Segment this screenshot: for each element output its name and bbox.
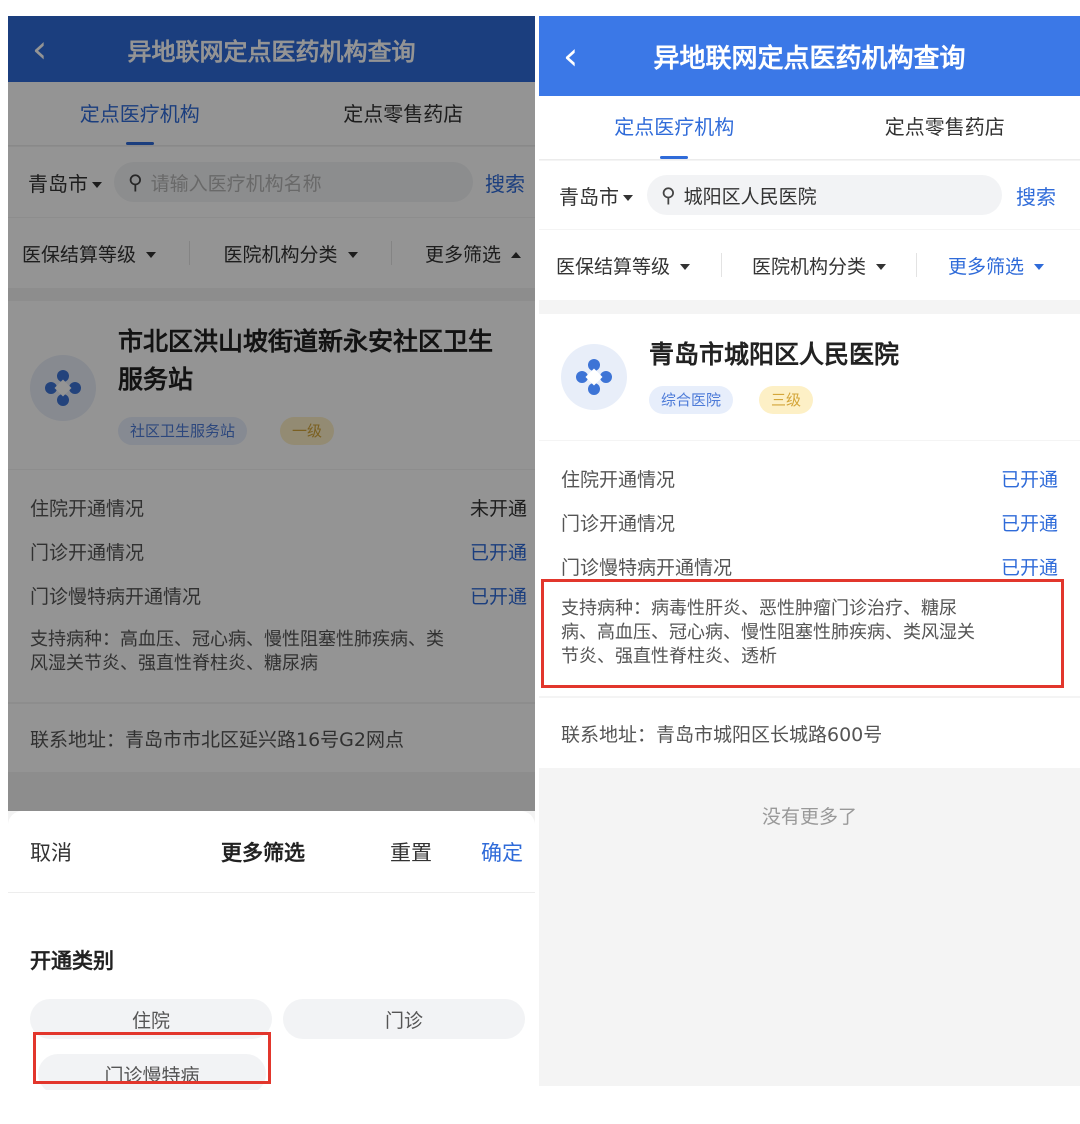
filter-settlement-level[interactable]: 医保结算等级 <box>556 252 691 279</box>
right-screen: ‹ 异地联网定点医药机构查询 定点医疗机构 定点零售药店 青岛市 ⚲ 城阳区人民… <box>539 16 1080 1086</box>
caret-down-icon <box>623 195 633 201</box>
highlight-box <box>541 579 1064 688</box>
row-label: 门诊开通情况 <box>561 513 676 535</box>
search-value: 城阳区人民医院 <box>683 185 817 208</box>
filter-label: 医院机构分类 <box>751 255 866 278</box>
row-value: 已开通 <box>1000 469 1058 491</box>
filter-more[interactable]: 更多筛选 <box>948 252 1044 279</box>
tab-medical-institutions[interactable]: 定点医疗机构 <box>539 96 810 159</box>
address-row: 联系地址：青岛市城阳区长城路600号 <box>539 698 1080 768</box>
city-selector[interactable]: 青岛市 <box>559 181 633 210</box>
tab-retail-pharmacies[interactable]: 定点零售药店 <box>810 96 1080 159</box>
back-icon[interactable]: ‹ <box>563 34 578 78</box>
detail-row-inpatient: 住院开通情况 已开通 <box>561 465 1058 492</box>
detail-row-outpatient: 门诊开通情况 已开通 <box>561 509 1058 536</box>
left-screen: ‹ 异地联网定点医药机构查询 定点医疗机构 定点零售药店 青岛市 ⚲ 请输入医疗… <box>8 16 535 1090</box>
sheet-toolbar: 取消 更多筛选 重置 确定 <box>8 811 535 893</box>
divider <box>720 253 722 277</box>
filter-label: 医保结算等级 <box>556 255 671 278</box>
row-label: 住院开通情况 <box>561 469 676 491</box>
institution-card-header[interactable]: 青岛市城阳区人民医院 综合医院 三级 <box>539 314 1080 440</box>
category-tag: 综合医院 <box>649 386 734 414</box>
caret-down-icon <box>876 264 886 270</box>
tab-bar: 定点医疗机构 定点零售药店 <box>539 96 1080 160</box>
section-title: 开通类别 <box>30 949 114 973</box>
modal-overlay[interactable] <box>8 16 535 811</box>
level-tag: 三级 <box>759 386 814 414</box>
option-outpatient[interactable]: 门诊 <box>283 999 525 1039</box>
filter-institution-type[interactable]: 医院机构分类 <box>752 252 886 279</box>
search-input[interactable]: ⚲ 城阳区人民医院 <box>647 175 1002 215</box>
row-label: 门诊慢特病开通情况 <box>561 557 733 579</box>
row-value: 已开通 <box>1000 513 1058 535</box>
search-row: 青岛市 ⚲ 城阳区人民医院 搜索 <box>539 161 1080 229</box>
tab-label: 定点医疗机构 <box>614 115 735 139</box>
confirm-button[interactable]: 确定 <box>481 837 523 867</box>
caret-down-icon <box>680 264 691 270</box>
search-button[interactable]: 搜索 <box>1016 181 1056 210</box>
reset-button[interactable]: 重置 <box>390 837 432 867</box>
filter-bar: 医保结算等级 医院机构分类 更多筛选 <box>539 230 1080 300</box>
no-more-text: 没有更多了 <box>761 806 857 828</box>
sheet-title: 更多筛选 <box>221 841 305 865</box>
detail-row-chronic: 门诊慢特病开通情况 已开通 <box>561 553 1058 580</box>
search-icon: ⚲ <box>661 183 676 207</box>
page-title: 异地联网定点医药机构查询 <box>653 43 966 74</box>
filter-label: 更多筛选 <box>947 255 1024 278</box>
caret-down-icon <box>1033 264 1044 270</box>
hospital-logo-icon <box>561 344 627 410</box>
header: ‹ 异地联网定点医药机构查询 <box>539 16 1080 96</box>
divider <box>916 253 918 277</box>
tab-label: 定点零售药店 <box>884 115 1005 139</box>
cancel-button[interactable]: 取消 <box>30 837 72 867</box>
city-label: 青岛市 <box>559 184 619 209</box>
row-value: 已开通 <box>1000 557 1058 579</box>
institution-name: 青岛市城阳区人民医院 <box>649 340 900 369</box>
highlight-box <box>33 1032 271 1084</box>
